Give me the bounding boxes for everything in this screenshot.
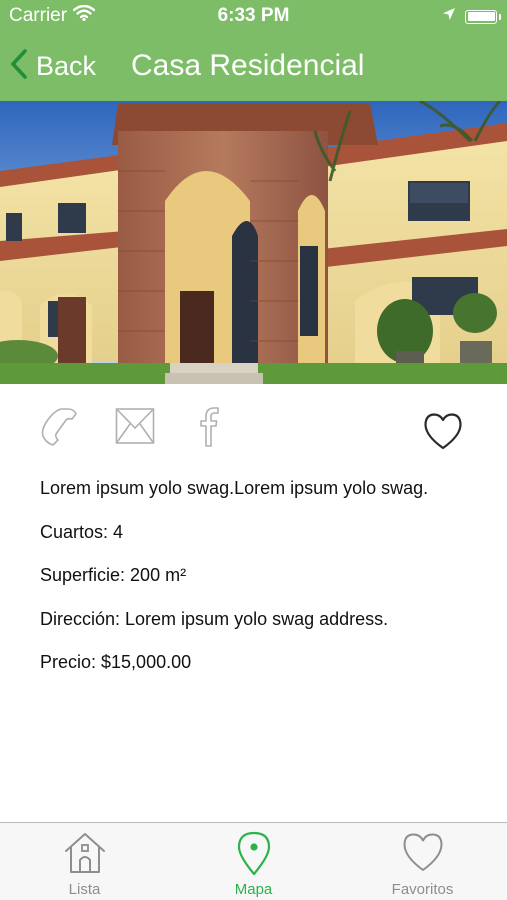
status-time: 6:33 PM <box>217 5 290 26</box>
property-rooms: Cuartos: 4 <box>40 521 124 542</box>
action-row <box>0 400 507 464</box>
chevron-left-icon <box>10 48 28 85</box>
heart-icon[interactable] <box>423 412 463 455</box>
tab-lista-label: Lista <box>68 881 101 898</box>
property-details: Lorem ipsum yolo swag.Lorem ipsum yolo s… <box>40 477 490 695</box>
tab-favoritos[interactable]: Favoritos <box>338 823 507 900</box>
property-area: Superficie: 200 m² <box>40 565 187 585</box>
property-description: Lorem ipsum yolo swag.Lorem ipsum yolo s… <box>40 478 429 498</box>
tab-lista[interactable]: Lista <box>0 823 169 900</box>
header: Carrier 6:33 PM Back Casa Residencial <box>0 0 507 101</box>
battery-tip <box>498 13 501 20</box>
facebook-icon[interactable] <box>198 406 222 453</box>
house-icon <box>63 830 107 879</box>
phone-icon[interactable] <box>38 406 80 453</box>
back-button[interactable]: Back <box>10 47 96 85</box>
tab-mapa[interactable]: Mapa <box>169 823 338 900</box>
app-screen: Carrier 6:33 PM Back Casa Residencial Lo… <box>0 0 507 900</box>
property-photo <box>0 101 507 384</box>
battery-level <box>467 12 495 21</box>
tab-favoritos-label: Favoritos <box>391 881 454 898</box>
map-pin-icon <box>236 830 272 881</box>
navigation-bar: Back Casa Residencial <box>0 33 507 101</box>
heart-outline-icon <box>402 832 444 877</box>
tab-mapa-label: Mapa <box>234 881 273 898</box>
envelope-icon[interactable] <box>115 406 155 451</box>
status-bar: Carrier 6:33 PM <box>0 0 507 33</box>
house-photo-illustration <box>0 101 507 384</box>
location-arrow-icon <box>442 7 456 26</box>
status-right <box>442 7 501 26</box>
battery-icon <box>465 9 501 24</box>
page-title: Casa Residencial <box>131 49 365 82</box>
property-price: Precio: $15,000.00 <box>40 652 192 672</box>
property-address: Dirección: Lorem ipsum yolo swag address… <box>40 608 389 629</box>
back-label: Back <box>36 50 97 81</box>
tab-bar: Lista Mapa Favoritos <box>0 822 507 900</box>
